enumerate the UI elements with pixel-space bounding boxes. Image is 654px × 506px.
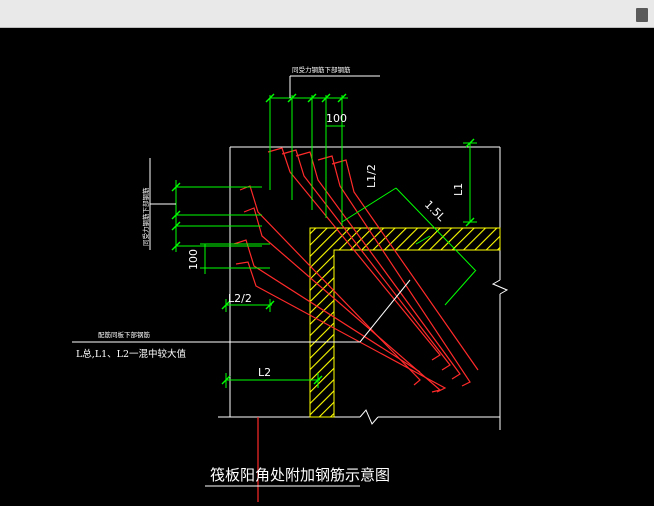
rebars — [233, 147, 479, 502]
callout-left-bars: 同受力钢筋下部钢筋 — [141, 187, 150, 246]
dim-100-left: 100 — [187, 249, 200, 270]
callout-bottom-bars: 配筋同板下部钢筋 — [98, 330, 151, 339]
dim-1-5l: 1.5L — [422, 198, 449, 225]
dim-l2-half: L2/2 — [228, 292, 252, 305]
drawing-canvas: 100 100 L1/2 L1 1.5L L2/2 L2 同受力钢筋下部钢筋 同… — [0, 28, 654, 502]
dim-l1: L1 — [452, 183, 465, 196]
callout-top-bars: 同受力钢筋下部钢筋 — [292, 65, 351, 74]
scroll-handle[interactable] — [636, 8, 648, 22]
beam-hatch — [309, 227, 501, 418]
dim-l1-half: L1/2 — [365, 164, 378, 188]
dim-l2: L2 — [258, 366, 271, 379]
window-toolbar — [0, 0, 654, 28]
diagram-title: 筏板阳角处附加钢筋示意图 — [210, 466, 390, 484]
callout-note: L总,L1、L2一混中较大值 — [76, 348, 187, 360]
rebar-diagram: 100 100 L1/2 L1 1.5L L2/2 L2 同受力钢筋下部钢筋 同… — [72, 65, 509, 502]
dim-100-top: 100 — [326, 112, 347, 125]
